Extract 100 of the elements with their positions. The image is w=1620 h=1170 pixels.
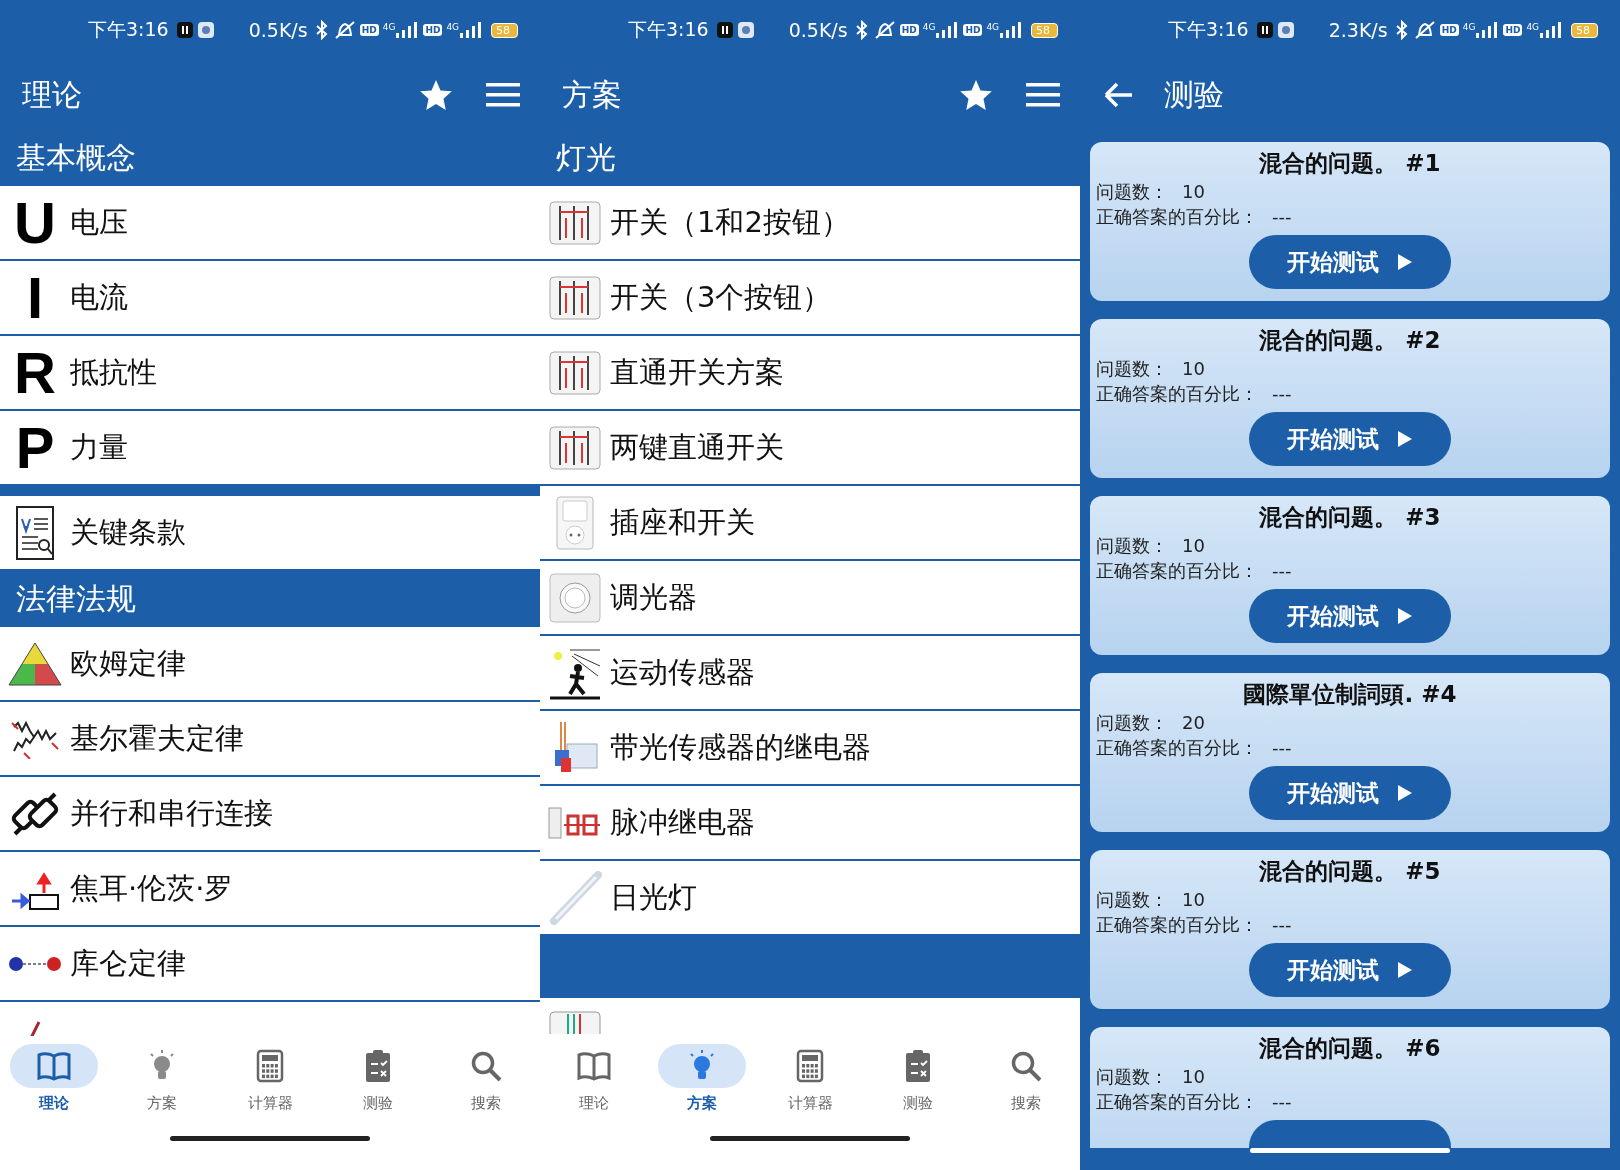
- symbol-letter: I: [26, 268, 44, 327]
- signal-icon: [395, 22, 420, 38]
- list-item[interactable]: 欧姆定律: [0, 627, 540, 702]
- hd-badge: HD: [1439, 24, 1459, 36]
- symbol-letter: P: [15, 418, 55, 477]
- correct-percent-label: 正确答案的百分比：: [1096, 559, 1258, 583]
- correct-percent: ---: [1272, 205, 1292, 229]
- list-item[interactable]: 基尔霍夫定律: [0, 702, 540, 777]
- hd-badge: HD: [423, 24, 443, 36]
- app-notification-icon: [1276, 21, 1295, 39]
- item-label: 开关（3个按钮）: [610, 278, 832, 316]
- item-label: 直通开关方案: [610, 353, 784, 391]
- list-item[interactable]: 带光传感器的继电器: [540, 711, 1080, 786]
- play-icon: [1397, 784, 1413, 802]
- question-count-label: 问题数：: [1096, 534, 1168, 558]
- document-search-icon: [13, 504, 57, 561]
- quiz-title: 國際單位制詞頭. #4: [1243, 680, 1457, 709]
- menu-icon[interactable]: [1026, 82, 1060, 108]
- play-icon: [1397, 430, 1413, 448]
- battery-level: 58: [1031, 22, 1059, 38]
- nav-tab[interactable]: 理论: [4, 1044, 104, 1136]
- nav-tab[interactable]: 方案: [652, 1044, 752, 1136]
- start-test-button[interactable]: 开始测试: [1249, 589, 1451, 643]
- signal-icon: [459, 22, 484, 38]
- list-item[interactable]: 插座和开关: [540, 486, 1080, 561]
- item-label: 两键直通开关: [610, 428, 784, 466]
- question-count-label: 问题数：: [1096, 888, 1168, 912]
- hd-badge: HD: [359, 24, 379, 36]
- nav-tab[interactable]: 搜索: [436, 1044, 536, 1136]
- item-label: 库仑定律: [70, 944, 186, 982]
- section-title: 法律法规: [16, 579, 136, 618]
- screen-title: 理论: [22, 75, 82, 114]
- list-item[interactable]: 运动传感器: [540, 636, 1080, 711]
- quiz-title: 混合的问题。 #2: [1259, 326, 1441, 355]
- item-label: 电流: [70, 278, 128, 316]
- start-test-button[interactable]: 开始测试: [1249, 943, 1451, 997]
- list-item[interactable]: 脉冲继电器: [540, 786, 1080, 861]
- nav-tab[interactable]: 搜索: [976, 1044, 1076, 1136]
- list-item[interactable]: 开关（1和2按钮）: [540, 186, 1080, 261]
- start-test-button[interactable]: 开始测试: [1249, 235, 1451, 289]
- item-label: 日光灯: [610, 878, 697, 916]
- item-label: 焦耳·伦茨·罗: [70, 869, 234, 907]
- network-type: 4G: [922, 22, 936, 32]
- section-title: 灯光: [556, 138, 616, 177]
- question-count-label: 问题数：: [1096, 357, 1168, 381]
- clipboard-icon: [364, 1049, 392, 1083]
- network-type: 4G: [986, 22, 1000, 32]
- list-item[interactable]: 开关（3个按钮）: [540, 261, 1080, 336]
- item-label: 电压: [70, 203, 128, 241]
- correct-percent: ---: [1272, 1090, 1292, 1114]
- item-label: 力量: [70, 428, 128, 466]
- battery-level: 58: [491, 22, 519, 38]
- correct-percent: ---: [1272, 382, 1292, 406]
- list-item[interactable]: 库仑定律: [0, 927, 540, 1002]
- item-label: 抵抗性: [70, 353, 157, 391]
- item-label: 基尔霍夫定律: [70, 719, 244, 757]
- screen-title: 测验: [1164, 75, 1224, 114]
- item-label: 运动传感器: [610, 653, 755, 691]
- nav-tab[interactable]: 理论: [544, 1044, 644, 1136]
- start-test-button[interactable]: 开始测试: [1249, 412, 1451, 466]
- item-label: 关键条款: [70, 513, 186, 551]
- question-count: 10: [1182, 888, 1205, 912]
- list-item[interactable]: 调光器: [540, 561, 1080, 636]
- item-label: 调光器: [610, 578, 697, 616]
- correct-percent: ---: [1272, 559, 1292, 583]
- menu-icon[interactable]: [486, 82, 520, 108]
- signal-icon: [1475, 22, 1500, 38]
- nav-tab[interactable]: 计算器: [760, 1044, 860, 1136]
- network-speed: 0.5K/s: [248, 19, 308, 41]
- start-test-button[interactable]: 开始测试: [1249, 766, 1451, 820]
- signal-icon: [935, 22, 960, 38]
- pulse-relay-icon: [548, 805, 602, 840]
- pause-icon: [176, 22, 193, 38]
- quiz-title: 混合的问题。 #1: [1259, 149, 1441, 178]
- quiz-title: 混合的问题。 #5: [1259, 857, 1441, 886]
- screen-title: 方案: [562, 75, 622, 114]
- socket-switch-icon: [555, 494, 595, 551]
- list-item[interactable]: 并行和串行连接: [0, 777, 540, 852]
- nav-tab[interactable]: 方案: [112, 1044, 212, 1136]
- quiz-title: 混合的问题。 #6: [1259, 1034, 1441, 1063]
- correct-percent: ---: [1272, 736, 1292, 760]
- nav-tab[interactable]: 测验: [868, 1044, 968, 1136]
- signal-icon: [1539, 22, 1564, 38]
- correct-percent-label: 正确答案的百分比：: [1096, 205, 1258, 229]
- mute-icon: [333, 20, 356, 40]
- question-count: 10: [1182, 534, 1205, 558]
- dimmer-icon: [548, 572, 602, 623]
- nav-tab[interactable]: 计算器: [220, 1044, 320, 1136]
- mute-icon: [1413, 20, 1436, 40]
- list-item[interactable]: 两键直通开关: [540, 411, 1080, 486]
- symbol-letter: U: [14, 193, 56, 252]
- question-count: 10: [1182, 1065, 1205, 1089]
- section-title: 基本概念: [16, 138, 136, 177]
- list-item[interactable]: 焦耳·伦茨·罗: [0, 852, 540, 927]
- nav-tab[interactable]: 测验: [328, 1044, 428, 1136]
- network-type: 4G: [446, 22, 460, 32]
- search-icon: [470, 1050, 502, 1082]
- item-label: 脉冲继电器: [610, 803, 755, 841]
- list-item[interactable]: 直通开关方案: [540, 336, 1080, 411]
- mute-icon: [873, 20, 896, 40]
